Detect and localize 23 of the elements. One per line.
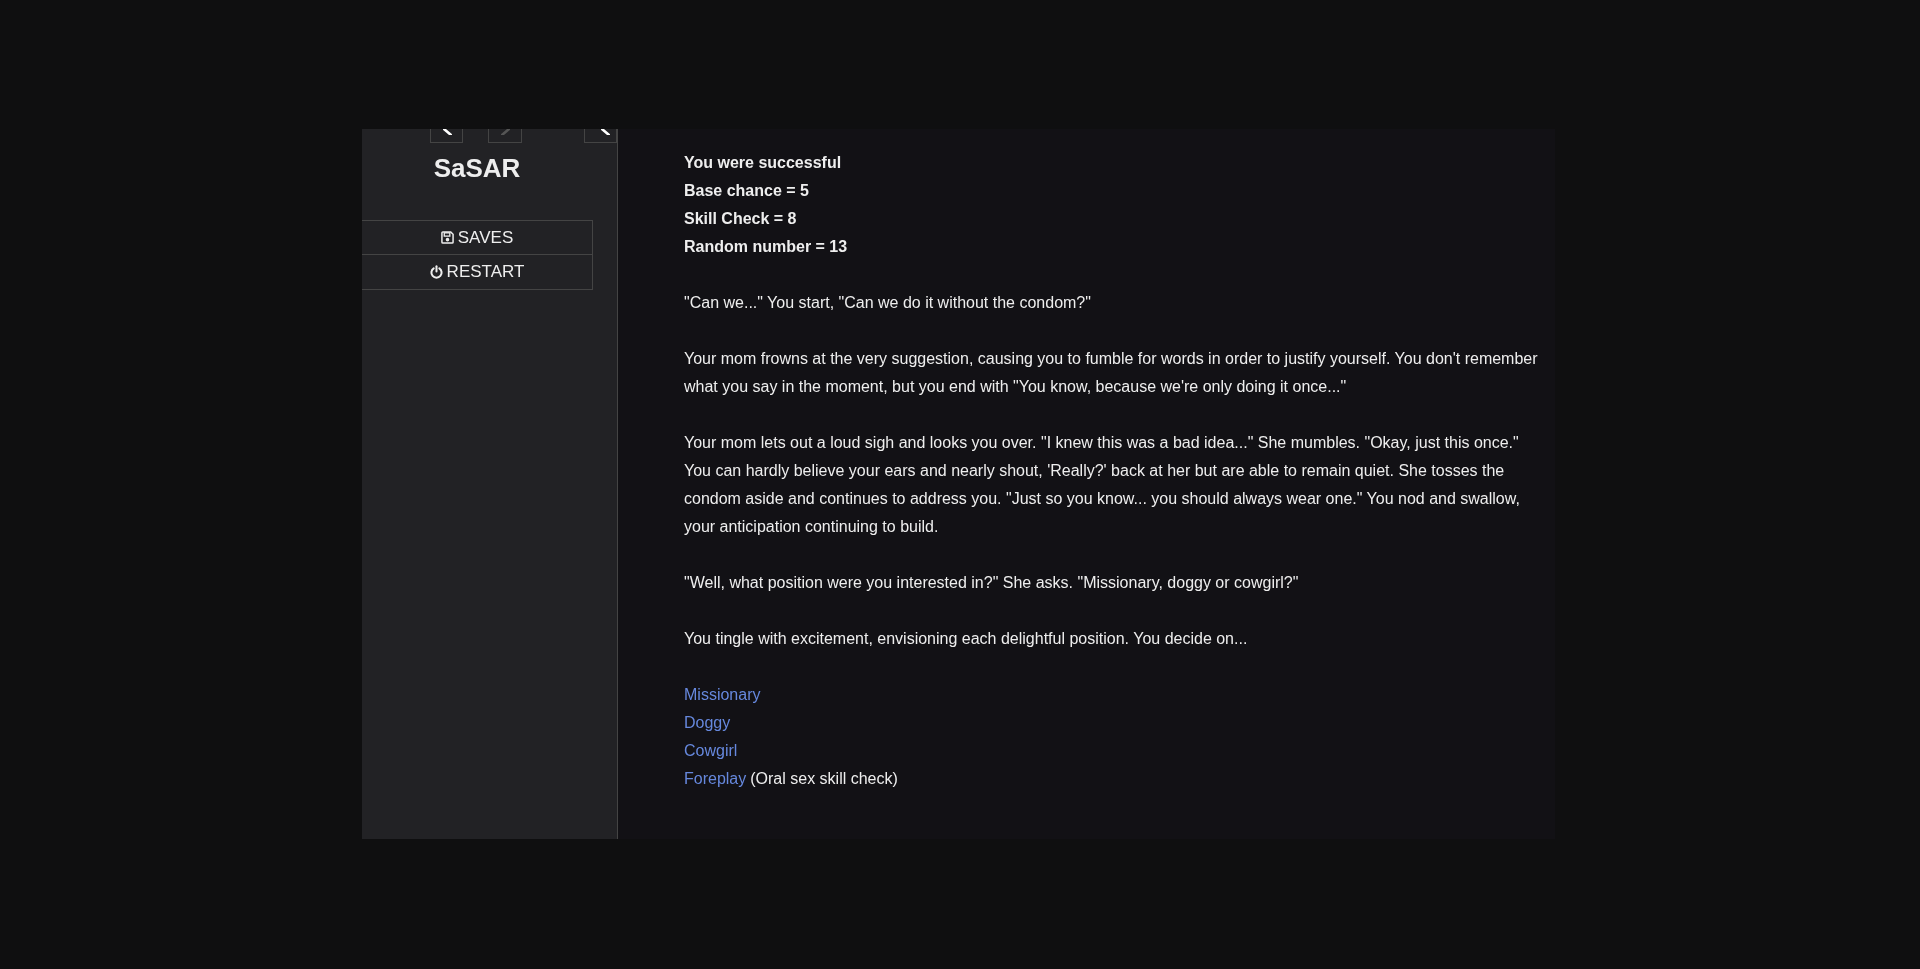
- restart-button[interactable]: RESTART: [362, 255, 593, 290]
- chevron-icon: [443, 129, 453, 135]
- choice-link[interactable]: Doggy: [684, 709, 731, 737]
- sidebar-toggle-button[interactable]: [583, 129, 617, 143]
- choice-link[interactable]: Foreplay: [684, 765, 747, 793]
- choice-note: (Oral sex skill check): [750, 769, 898, 789]
- story-paragraph: Your mom lets out a loud sigh and looks you over. "I knew this was a bad idea..." She mumbles. "Okay, just this once." You can hardly believe your ears and nearly shout, 'Really?' back at her but are able to remain quiet. She tosses the condom aside and continues to address you. "Just so you know... you should always wear one." You nod and swallow, your anticipation continuing to build.: [684, 433, 1521, 537]
- result-line: Base chance = 5: [684, 181, 810, 201]
- back-button[interactable]: [430, 129, 464, 143]
- power-icon: [429, 265, 443, 279]
- story-paragraph: "Can we..." You start, "Can we do it without the condom?": [684, 293, 1092, 313]
- story-paragraph: Your mom frowns at the very suggestion, causing you to fumble for words in order to justify yourself. You don't remember what you say in the moment, but you end with "You know, because we're only doing it once...": [684, 349, 1539, 397]
- saves-button[interactable]: SAVES: [362, 220, 593, 255]
- choice-link[interactable]: Cowgirl: [684, 737, 738, 765]
- chevron-icon: [600, 129, 610, 135]
- result-line: Random number = 13: [684, 237, 849, 257]
- result-line: Skill Check = 8: [684, 209, 798, 229]
- story-title: SaSAR: [432, 153, 522, 183]
- result-line: You were successful: [684, 153, 843, 173]
- choice-link[interactable]: Missionary: [684, 681, 761, 709]
- story-paragraph: You tingle with excitement, envisioning each delightful position. You decide on...: [684, 629, 1249, 649]
- story-paragraph: "Well, what position were you interested in?" She asks. "Missionary, doggy or cowgirl?": [684, 573, 1300, 593]
- chevron-icon: [501, 129, 511, 135]
